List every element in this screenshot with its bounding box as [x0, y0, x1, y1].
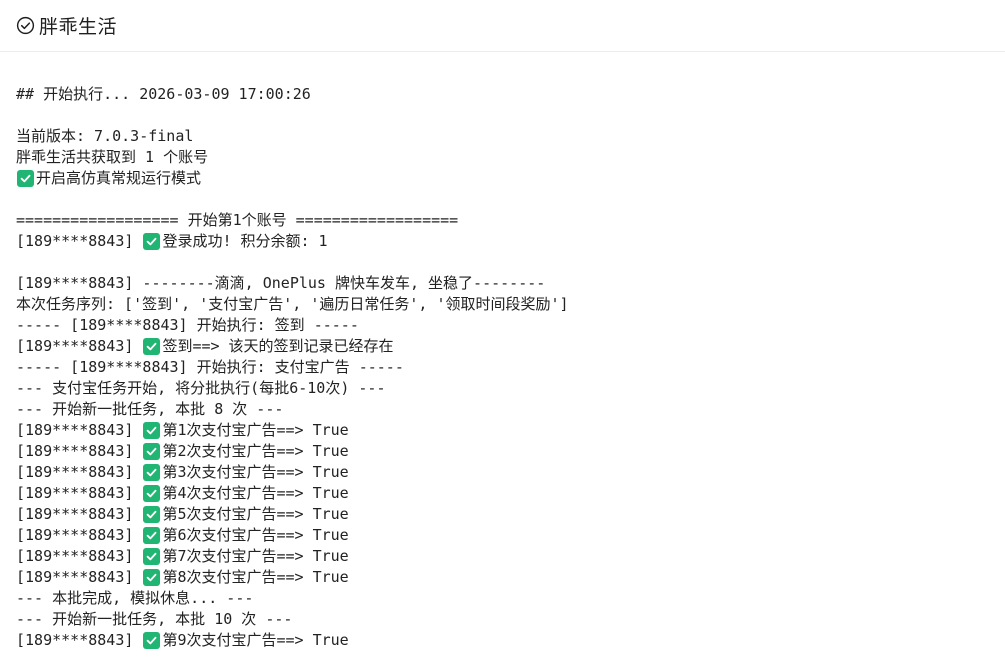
- log-text: [189****8843] --------滴滴, OnePlus 牌快车发车,…: [16, 274, 546, 292]
- log-text: --- 开始新一批任务, 本批 8 次 ---: [16, 400, 284, 418]
- log-line: [189****8843] 第9次支付宝广告==> True: [16, 630, 996, 651]
- log-account-prefix: [189****8843]: [16, 421, 143, 439]
- log-account-prefix: [189****8843]: [16, 484, 143, 502]
- check-mark-icon: [143, 443, 161, 460]
- log-text: ----- [189****8843] 开始执行: 支付宝广告 -----: [16, 358, 404, 376]
- log-text: 第8次支付宝广告==> True: [162, 568, 349, 586]
- log-line: [189****8843] 登录成功! 积分余额: 1: [16, 231, 996, 252]
- check-mark-icon: [143, 338, 161, 355]
- log-account-prefix: [189****8843]: [16, 547, 143, 565]
- log-text: 当前版本: 7.0.3-final: [16, 127, 194, 145]
- log-line: --- 本批完成, 模拟休息... ---: [16, 588, 996, 609]
- log-text: 签到==> 该天的签到记录已经存在: [162, 337, 394, 355]
- check-mark-icon: [143, 569, 161, 586]
- log-text: 第4次支付宝广告==> True: [162, 484, 349, 502]
- log-text: 第1次支付宝广告==> True: [162, 421, 349, 439]
- log-line: [189****8843] 签到==> 该天的签到记录已经存在: [16, 336, 996, 357]
- log-line: [189****8843] --------滴滴, OnePlus 牌快车发车,…: [16, 273, 996, 294]
- check-mark-icon: [143, 464, 161, 481]
- log-text: --- 本批完成, 模拟休息... ---: [16, 589, 254, 607]
- log-line: 胖乖生活共获取到 1 个账号: [16, 147, 996, 168]
- log-text: --- 支付宝任务开始, 将分批执行(每批6-10次) ---: [16, 379, 386, 397]
- log-account-prefix: [189****8843]: [16, 631, 143, 649]
- log-line: ----- [189****8843] 开始执行: 支付宝广告 -----: [16, 357, 996, 378]
- log-text: 第5次支付宝广告==> True: [162, 505, 349, 523]
- log-text: 登录成功! 积分余额: 1: [162, 232, 328, 250]
- log-text: ## 开始执行... 2026-03-09 17:00:26: [16, 85, 311, 103]
- log-line: --- 支付宝任务开始, 将分批执行(每批6-10次) ---: [16, 378, 996, 399]
- log-line: ----- [189****8843] 开始执行: 签到 -----: [16, 315, 996, 336]
- check-mark-icon: [143, 527, 161, 544]
- check-mark-icon: [17, 170, 34, 187]
- log-account-prefix: [189****8843]: [16, 232, 143, 250]
- log-account-prefix: [189****8843]: [16, 337, 143, 355]
- log-text: 第3次支付宝广告==> True: [162, 463, 349, 481]
- log-line: [189****8843] 第8次支付宝广告==> True: [16, 567, 996, 588]
- log-account-prefix: [189****8843]: [16, 505, 143, 523]
- log-text: 胖乖生活共获取到 1 个账号: [16, 148, 209, 166]
- check-mark-icon: [143, 548, 161, 565]
- check-mark-icon: [143, 485, 161, 502]
- log-line: [189****8843] 第7次支付宝广告==> True: [16, 546, 996, 567]
- log-text: ================== 开始第1个账号 =============…: [16, 211, 459, 229]
- log-account-prefix: [189****8843]: [16, 568, 143, 586]
- log-line: 开启高仿真常规运行模式: [16, 168, 996, 189]
- log-text: 第9次支付宝广告==> True: [162, 631, 349, 649]
- log-line: ## 开始执行... 2026-03-09 17:00:26: [16, 84, 996, 105]
- log-account-prefix: [189****8843]: [16, 442, 143, 460]
- log-line: [189****8843] 第4次支付宝广告==> True: [16, 483, 996, 504]
- check-mark-icon: [143, 233, 161, 250]
- log-account-prefix: [189****8843]: [16, 463, 143, 481]
- log-line: [189****8843] 第2次支付宝广告==> True: [16, 441, 996, 462]
- check-mark-icon: [143, 506, 161, 523]
- check-mark-icon: [143, 632, 161, 649]
- log-text: 第7次支付宝广告==> True: [162, 547, 349, 565]
- check-circle-icon: [15, 16, 35, 36]
- log-text: 本次任务序列: ['签到', '支付宝广告', '遍历日常任务', '领取时间段…: [16, 295, 569, 313]
- check-mark-icon: [143, 422, 161, 439]
- log-line: --- 开始新一批任务, 本批 10 次 ---: [16, 609, 996, 630]
- page-title: 胖乖生活: [39, 16, 118, 38]
- log-line: [189****8843] 第3次支付宝广告==> True: [16, 462, 996, 483]
- log-text: 开启高仿真常规运行模式: [36, 169, 202, 187]
- log-text: 第2次支付宝广告==> True: [162, 442, 349, 460]
- log-line: 当前版本: 7.0.3-final: [16, 126, 996, 147]
- log-account-prefix: [189****8843]: [16, 526, 143, 544]
- log-text: --- 开始新一批任务, 本批 10 次 ---: [16, 610, 293, 628]
- log-output: ## 开始执行... 2026-03-09 17:00:26 当前版本: 7.0.…: [16, 84, 996, 671]
- log-line: ================== 开始第1个账号 =============…: [16, 210, 996, 231]
- log-text: 第6次支付宝广告==> True: [162, 526, 349, 544]
- log-line: [189****8843] 第5次支付宝广告==> True: [16, 504, 996, 525]
- log-line: [189****8843] 第6次支付宝广告==> True: [16, 525, 996, 546]
- log-line: --- 开始新一批任务, 本批 8 次 ---: [16, 399, 996, 420]
- log-text: ----- [189****8843] 开始执行: 签到 -----: [16, 316, 359, 334]
- app-header: 胖乖生活: [0, 0, 1005, 52]
- log-line: [189****8843] 第1次支付宝广告==> True: [16, 420, 996, 441]
- log-line: 本次任务序列: ['签到', '支付宝广告', '遍历日常任务', '领取时间段…: [16, 294, 996, 315]
